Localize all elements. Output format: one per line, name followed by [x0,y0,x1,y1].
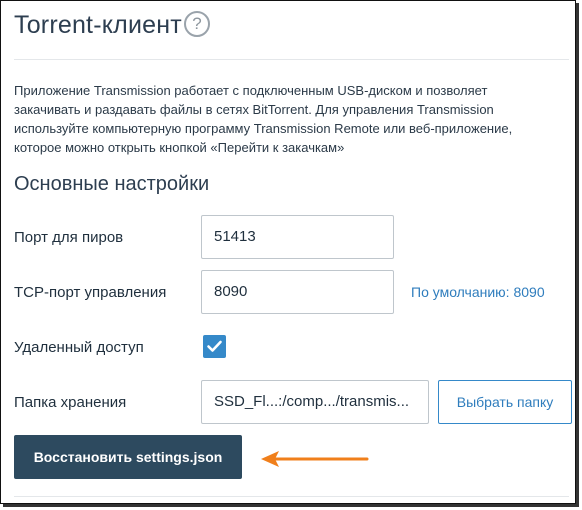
page-title: Torrent-клиент [14,11,182,39]
divider [14,59,569,60]
remote-access-label: Удаленный доступ [14,339,144,356]
arrow-left-icon [261,451,369,467]
peer-port-input[interactable]: 51413 [201,215,394,259]
restore-settings-button[interactable]: Восстановить settings.json [14,435,242,479]
help-icon[interactable]: ? [184,11,210,37]
choose-folder-button[interactable]: Выбрать папку [438,380,572,424]
section-title: Основные настройки [14,173,210,195]
storage-folder-label: Папка хранения [14,394,127,411]
peer-port-label: Порт для пиров [14,229,124,246]
remote-access-checkbox[interactable] [203,335,226,358]
rpc-port-label: TCP-порт управления [14,284,167,301]
checkmark-icon [207,340,222,352]
torrent-client-panel: Torrent-клиент ? Приложение Transmission… [0,0,576,504]
rpc-port-default-hint: По умолчанию: 8090 [411,284,545,300]
storage-folder-input[interactable]: SSD_Fl...:/comp.../transmis... [201,380,429,424]
description-text: Приложение Transmission работает с подкл… [14,83,513,155]
rpc-port-input[interactable]: 8090 [201,270,394,314]
divider [14,496,569,497]
